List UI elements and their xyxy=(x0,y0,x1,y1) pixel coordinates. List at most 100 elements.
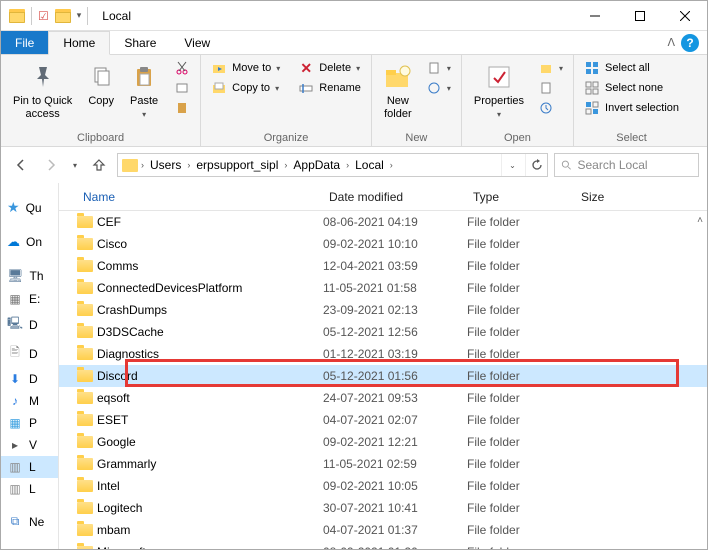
crumb-appdata[interactable]: AppData xyxy=(290,158,343,172)
pin-to-quick-access-button[interactable]: Pin to Quick access xyxy=(7,59,78,123)
folder-icon xyxy=(77,502,97,514)
row-type: File folder xyxy=(467,479,575,493)
edit-button[interactable] xyxy=(534,79,567,97)
new-folder-button[interactable]: New folder xyxy=(378,59,418,123)
table-row[interactable]: ConnectedDevicesPlatform11-05-2021 01:58… xyxy=(59,277,707,299)
back-button[interactable] xyxy=(9,153,33,177)
folder-icon xyxy=(77,282,97,294)
search-input[interactable] xyxy=(577,158,692,172)
tab-view[interactable]: View xyxy=(170,31,224,54)
recent-locations-button[interactable]: ▾ xyxy=(69,153,81,177)
folder-icon xyxy=(77,238,97,250)
crumb-users[interactable]: Users xyxy=(147,158,184,172)
table-row[interactable]: ESET04-07-2021 02:07File folder xyxy=(59,409,707,431)
open-button[interactable]: ▾ xyxy=(534,59,567,77)
minimize-button[interactable] xyxy=(572,1,617,31)
sidebar-item[interactable]: ▥L xyxy=(1,478,58,500)
col-name[interactable]: Name xyxy=(77,190,323,204)
sidebar-item[interactable]: ▸V xyxy=(1,434,58,456)
table-row[interactable]: Cisco09-02-2021 10:10File folder xyxy=(59,233,707,255)
col-date[interactable]: Date modified xyxy=(323,190,467,204)
delete-button[interactable]: ✕Delete ▾ xyxy=(294,59,365,77)
row-type: File folder xyxy=(467,237,575,251)
folder-icon xyxy=(77,480,97,492)
table-row[interactable]: Discord05-12-2021 01:56File folder xyxy=(59,365,707,387)
row-date: 30-07-2021 10:41 xyxy=(323,501,467,515)
table-row[interactable]: CEF08-06-2021 04:19File folder xyxy=(59,211,707,233)
folder-icon xyxy=(77,260,97,272)
tab-share[interactable]: Share xyxy=(110,31,170,54)
copy-to-button[interactable]: Copy to ▾ xyxy=(207,79,284,97)
col-type[interactable]: Type xyxy=(467,190,575,204)
qat-folder-icon[interactable] xyxy=(9,9,25,23)
sidebar-quick-access[interactable]: ★Qu xyxy=(1,195,58,220)
forward-button[interactable] xyxy=(39,153,63,177)
table-row[interactable]: D3DSCache05-12-2021 12:56File folder xyxy=(59,321,707,343)
qat-properties-icon[interactable]: ☑ xyxy=(38,9,49,23)
sidebar-item[interactable]: 🖹D xyxy=(1,339,58,368)
crumb-user[interactable]: erpsupport_sipl xyxy=(193,158,281,172)
sidebar-item[interactable]: ⬇D xyxy=(1,368,58,390)
row-type: File folder xyxy=(467,369,575,383)
refresh-button[interactable] xyxy=(525,154,547,176)
maximize-button[interactable] xyxy=(617,1,662,31)
row-date: 05-12-2021 12:56 xyxy=(323,325,467,339)
sidebar-item[interactable]: ♪M xyxy=(1,390,58,412)
select-none-button[interactable]: Select none xyxy=(580,79,683,97)
table-row[interactable]: Comms12-04-2021 03:59File folder xyxy=(59,255,707,277)
row-name: ConnectedDevicesPlatform xyxy=(97,281,323,295)
organize-group-label: Organize xyxy=(207,130,365,144)
sidebar-this-pc[interactable]: 🖥Th xyxy=(1,264,58,288)
up-button[interactable] xyxy=(87,153,111,177)
properties-button[interactable]: Properties ▾ xyxy=(468,59,530,122)
table-row[interactable]: Intel09-02-2021 10:05File folder xyxy=(59,475,707,497)
table-row[interactable]: eqsoft24-07-2021 09:53File folder xyxy=(59,387,707,409)
sidebar-item[interactable]: ▥L xyxy=(1,456,58,478)
history-button[interactable] xyxy=(534,99,567,117)
row-date: 09-02-2021 10:05 xyxy=(323,479,467,493)
table-row[interactable]: CrashDumps23-09-2021 02:13File folder xyxy=(59,299,707,321)
crumb-local[interactable]: Local xyxy=(352,158,387,172)
copy-button[interactable]: Copy xyxy=(82,59,120,110)
table-row[interactable]: Google09-02-2021 12:21File folder xyxy=(59,431,707,453)
copy-path-button[interactable] xyxy=(170,79,194,97)
table-row[interactable]: Microsoft08-09-2021 01:20File folder xyxy=(59,541,707,549)
qat-folder2-icon[interactable] xyxy=(55,9,71,23)
address-dropdown-button[interactable]: ⌄ xyxy=(501,154,523,176)
help-icon[interactable]: ? xyxy=(681,34,699,52)
row-name: eqsoft xyxy=(97,391,323,405)
folder-icon xyxy=(77,370,97,382)
paste-shortcut-button[interactable] xyxy=(170,99,194,117)
easy-access-button[interactable]: ▾ xyxy=(422,79,455,97)
address-bar[interactable]: › Users› erpsupport_sipl› AppData› Local… xyxy=(117,153,548,177)
table-row[interactable]: mbam04-07-2021 01:37File folder xyxy=(59,519,707,541)
collapse-ribbon-icon[interactable]: ᐱ xyxy=(667,36,675,49)
rename-button[interactable]: Rename xyxy=(294,79,365,97)
col-size[interactable]: Size xyxy=(575,190,707,204)
table-row[interactable]: Logitech30-07-2021 10:41File folder xyxy=(59,497,707,519)
new-item-button[interactable]: ▾ xyxy=(422,59,455,77)
sidebar-item[interactable]: ▦P xyxy=(1,412,58,434)
table-row[interactable]: Grammarly11-05-2021 02:59File folder xyxy=(59,453,707,475)
tab-home[interactable]: Home xyxy=(48,31,110,55)
row-name: mbam xyxy=(97,523,323,537)
row-type: File folder xyxy=(467,523,575,537)
row-type: File folder xyxy=(467,281,575,295)
close-button[interactable] xyxy=(662,1,707,31)
invert-selection-button[interactable]: Invert selection xyxy=(580,99,683,117)
select-all-button[interactable]: Select all xyxy=(580,59,683,77)
sidebar-network[interactable]: ⧉Ne xyxy=(1,510,58,533)
sidebar-item[interactable]: 🖳D xyxy=(1,310,58,339)
row-date: 08-09-2021 01:20 xyxy=(323,545,467,549)
tab-file[interactable]: File xyxy=(1,31,48,54)
table-row[interactable]: Diagnostics01-12-2021 03:19File folder xyxy=(59,343,707,365)
new-folder-label: New folder xyxy=(384,95,412,121)
cut-button[interactable] xyxy=(170,59,194,77)
paste-button[interactable]: Paste ▾ xyxy=(124,59,164,122)
search-box[interactable] xyxy=(554,153,699,177)
sidebar-onedrive[interactable]: ☁On xyxy=(1,230,58,254)
move-to-button[interactable]: Move to ▾ xyxy=(207,59,284,77)
row-name: D3DSCache xyxy=(97,325,323,339)
sidebar-item[interactable]: ▦E: xyxy=(1,288,58,310)
qat-customize-icon[interactable]: ▾ xyxy=(77,10,82,21)
